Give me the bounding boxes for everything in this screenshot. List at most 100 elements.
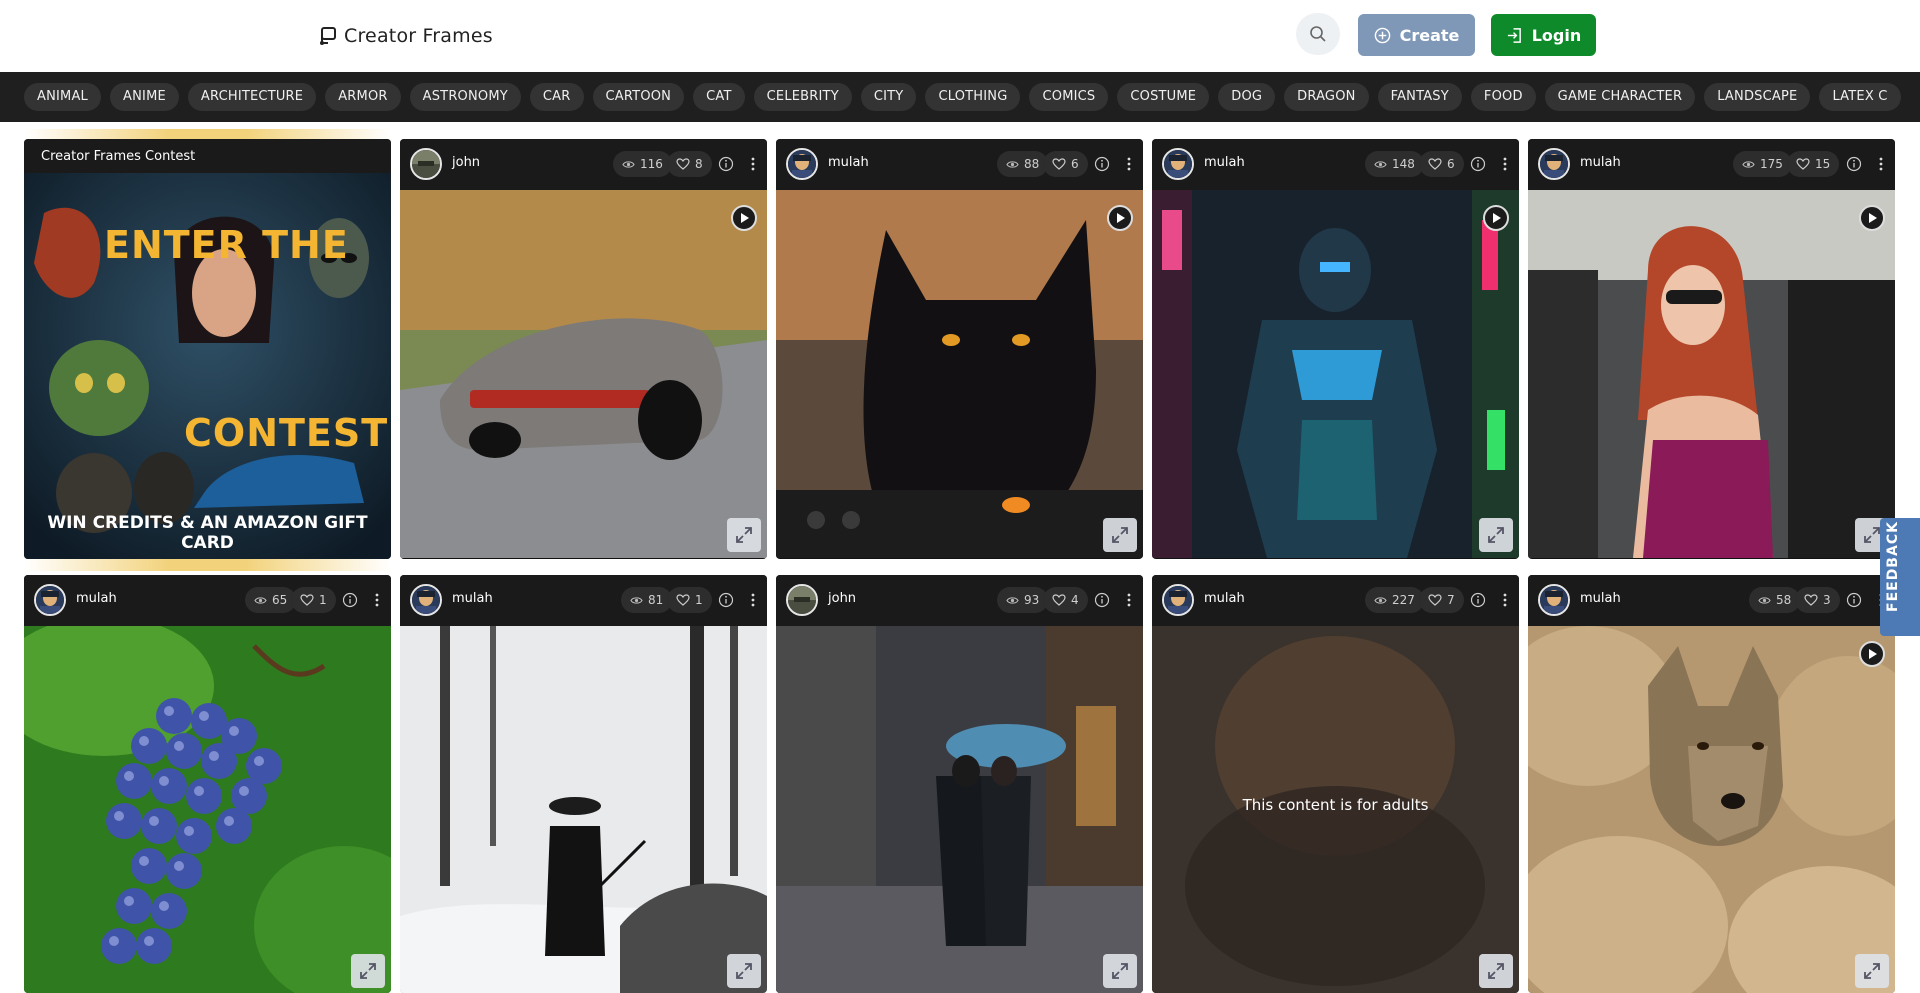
- image-card[interactable]: mulah 88 6: [776, 139, 1143, 559]
- info-icon[interactable]: [1846, 592, 1862, 608]
- like-button[interactable]: 3: [1795, 587, 1840, 613]
- category-chip[interactable]: GAME CHARACTER: [1544, 83, 1696, 111]
- username[interactable]: mulah: [1204, 155, 1245, 170]
- more-menu-icon[interactable]: [1873, 156, 1889, 172]
- category-chip[interactable]: LATEX C: [1819, 83, 1901, 111]
- category-chip[interactable]: ANIME: [110, 83, 179, 111]
- category-chip[interactable]: CAR: [529, 83, 584, 111]
- category-chip[interactable]: DOG: [1218, 83, 1276, 111]
- expand-icon[interactable]: [1479, 954, 1513, 988]
- category-chip[interactable]: ANIMAL: [24, 83, 102, 111]
- username[interactable]: mulah: [1580, 591, 1621, 606]
- expand-icon[interactable]: [1103, 518, 1137, 552]
- more-menu-icon[interactable]: [745, 592, 761, 608]
- username[interactable]: john: [452, 155, 480, 170]
- play-icon[interactable]: [1859, 205, 1885, 231]
- info-icon[interactable]: [1094, 592, 1110, 608]
- category-chip[interactable]: DRAGON: [1284, 83, 1369, 111]
- expand-icon[interactable]: [727, 518, 761, 552]
- like-button[interactable]: 1: [667, 587, 712, 613]
- category-chip[interactable]: ASTRONOMY: [409, 83, 521, 111]
- more-menu-icon[interactable]: [1497, 156, 1513, 172]
- more-menu-icon[interactable]: [1497, 592, 1513, 608]
- user-avatar[interactable]: [1162, 148, 1194, 180]
- info-icon[interactable]: [1470, 592, 1486, 608]
- info-icon[interactable]: [718, 592, 734, 608]
- username[interactable]: mulah: [1204, 591, 1245, 606]
- expand-icon[interactable]: [1855, 954, 1889, 988]
- like-button[interactable]: 6: [1043, 151, 1088, 177]
- user-avatar[interactable]: [1538, 584, 1570, 616]
- info-icon[interactable]: [1094, 156, 1110, 172]
- like-button[interactable]: 7: [1419, 587, 1464, 613]
- category-chip[interactable]: FANTASY: [1377, 83, 1462, 111]
- image-card[interactable]: mulah 148 6: [1152, 139, 1519, 559]
- play-icon[interactable]: [1859, 641, 1885, 667]
- like-button[interactable]: 6: [1419, 151, 1464, 177]
- user-avatar[interactable]: [786, 584, 818, 616]
- more-menu-icon[interactable]: [1121, 156, 1137, 172]
- like-button[interactable]: 15: [1787, 151, 1840, 177]
- create-button[interactable]: Create: [1358, 14, 1475, 56]
- user-avatar[interactable]: [410, 148, 442, 180]
- card-image[interactable]: [1528, 190, 1895, 558]
- user-avatar[interactable]: [1162, 584, 1194, 616]
- like-button[interactable]: 1: [291, 587, 336, 613]
- login-button[interactable]: Login: [1491, 14, 1596, 56]
- card-image[interactable]: [400, 190, 767, 558]
- contest-card[interactable]: Creator Frames Contest ENTER THE CONTEST…: [24, 139, 391, 559]
- play-icon[interactable]: [731, 205, 757, 231]
- user-avatar[interactable]: [786, 148, 818, 180]
- image-card[interactable]: john 116 8: [400, 139, 767, 559]
- user-avatar[interactable]: [34, 584, 66, 616]
- image-card[interactable]: john 93 4: [776, 575, 1143, 993]
- category-chip[interactable]: COMICS: [1029, 83, 1109, 111]
- username[interactable]: john: [828, 591, 856, 606]
- category-chip[interactable]: FOOD: [1470, 83, 1536, 111]
- category-chip[interactable]: CELEBRITY: [753, 83, 852, 111]
- category-chip[interactable]: COSTUME: [1117, 83, 1210, 111]
- category-chip[interactable]: ARCHITECTURE: [187, 83, 317, 111]
- username[interactable]: mulah: [76, 591, 117, 606]
- expand-icon[interactable]: [727, 954, 761, 988]
- image-card[interactable]: mulah 175 15: [1528, 139, 1895, 559]
- card-image[interactable]: [24, 626, 391, 993]
- expand-icon[interactable]: [351, 954, 385, 988]
- image-card[interactable]: mulah 65 1: [24, 575, 391, 993]
- play-icon[interactable]: [1107, 205, 1133, 231]
- user-avatar[interactable]: [1538, 148, 1570, 180]
- more-menu-icon[interactable]: [745, 156, 761, 172]
- image-card[interactable]: mulah 58 3: [1528, 575, 1895, 993]
- more-menu-icon[interactable]: [1121, 592, 1137, 608]
- like-button[interactable]: 8: [667, 151, 712, 177]
- info-icon[interactable]: [342, 592, 358, 608]
- user-avatar[interactable]: [410, 584, 442, 616]
- category-chip[interactable]: CARTOON: [592, 83, 685, 111]
- play-icon[interactable]: [1483, 205, 1509, 231]
- info-icon[interactable]: [1470, 156, 1486, 172]
- info-icon[interactable]: [718, 156, 734, 172]
- card-image[interactable]: [400, 626, 767, 993]
- card-image[interactable]: [1152, 190, 1519, 558]
- username[interactable]: mulah: [828, 155, 869, 170]
- feedback-tab[interactable]: FEEDBACK: [1880, 518, 1920, 636]
- card-image[interactable]: [1528, 626, 1895, 993]
- card-image[interactable]: [776, 626, 1143, 993]
- info-icon[interactable]: [1846, 156, 1862, 172]
- category-chip[interactable]: CLOTHING: [925, 83, 1021, 111]
- search-button[interactable]: [1296, 13, 1340, 55]
- expand-icon[interactable]: [1103, 954, 1137, 988]
- expand-icon[interactable]: [1479, 518, 1513, 552]
- category-chip[interactable]: LANDSCAPE: [1704, 83, 1811, 111]
- card-image[interactable]: This content is for adults: [1152, 626, 1519, 993]
- image-card[interactable]: mulah 227 7 This content is for adults: [1152, 575, 1519, 993]
- username[interactable]: mulah: [1580, 155, 1621, 170]
- more-menu-icon[interactable]: [369, 592, 385, 608]
- like-button[interactable]: 4: [1043, 587, 1088, 613]
- image-card[interactable]: mulah 81 1: [400, 575, 767, 993]
- card-image[interactable]: [776, 190, 1143, 558]
- category-chip[interactable]: CAT: [693, 83, 745, 111]
- category-chip[interactable]: ARMOR: [325, 83, 401, 111]
- username[interactable]: mulah: [452, 591, 493, 606]
- brand-link[interactable]: Creator Frames: [318, 22, 493, 50]
